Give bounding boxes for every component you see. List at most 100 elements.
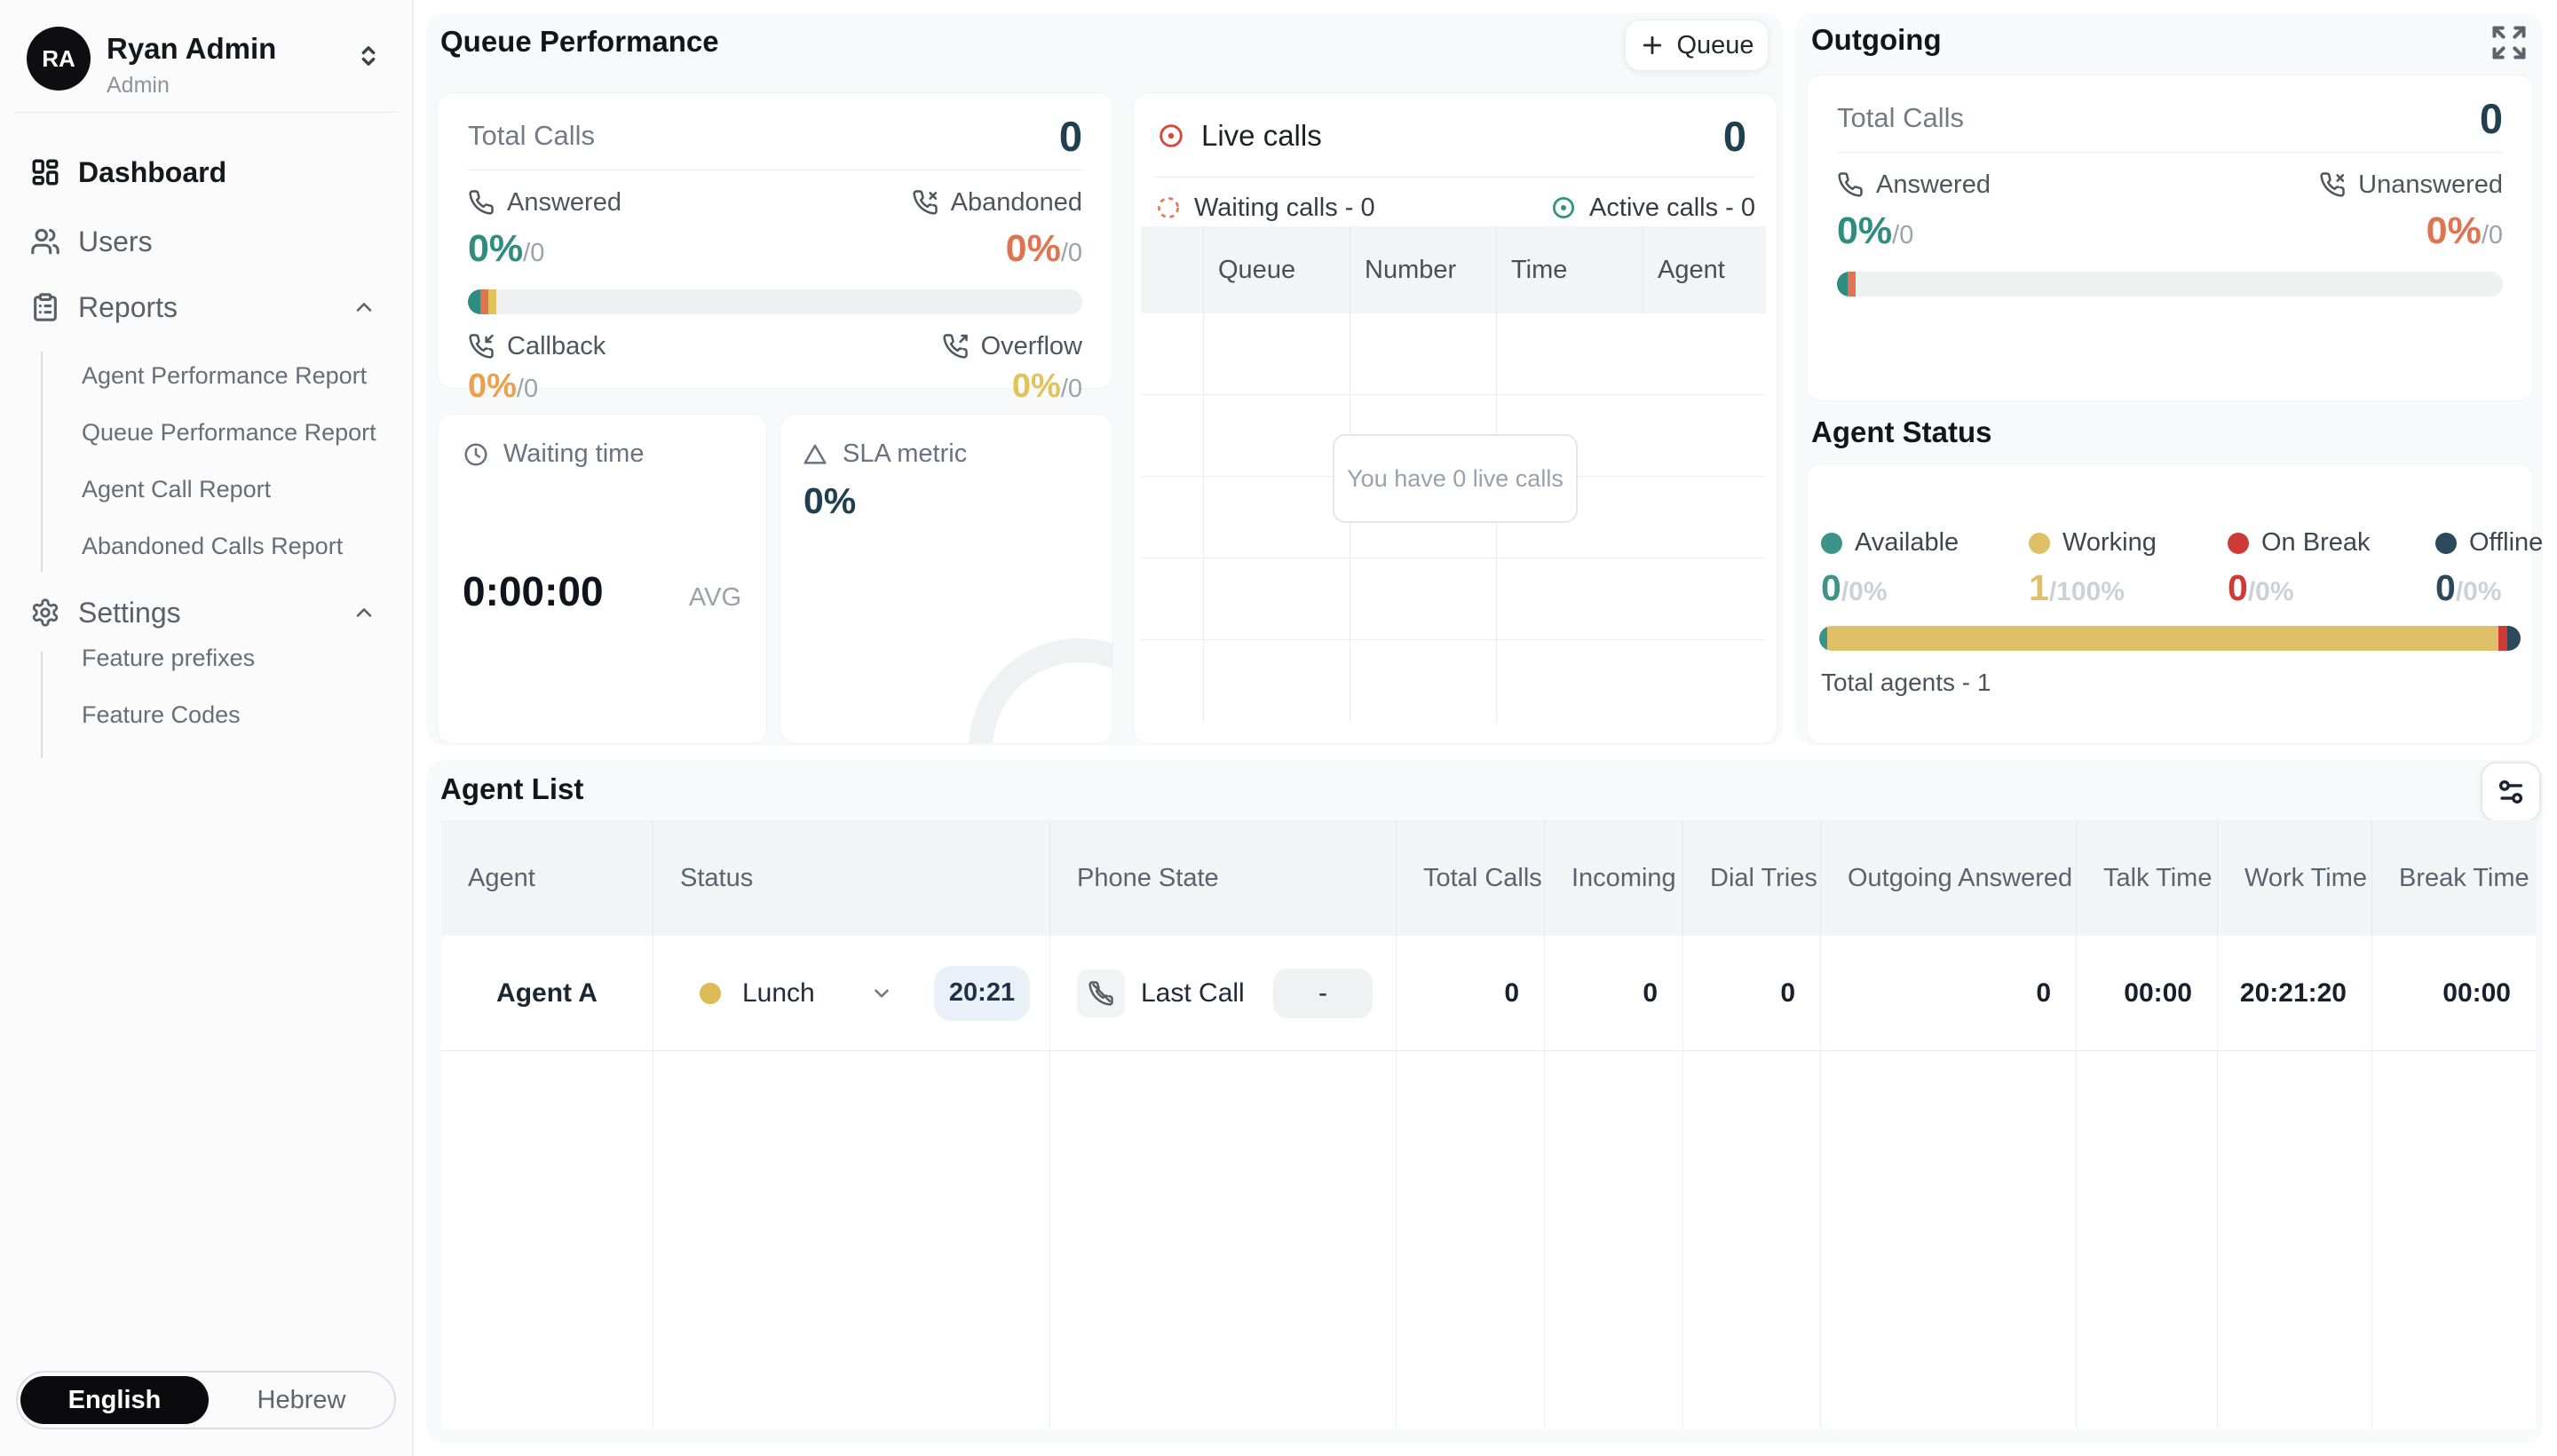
phone-x-icon bbox=[2319, 171, 2346, 198]
table-settings-button[interactable] bbox=[2481, 762, 2541, 822]
sidebar-item-agent-performance-report[interactable]: Agent Performance Report bbox=[82, 360, 367, 391]
sidebar-item-abandoned-calls-report[interactable]: Abandoned Calls Report bbox=[82, 531, 343, 561]
expand-icon[interactable] bbox=[2486, 20, 2532, 66]
dashboard-app: RA Ryan Admin Admin Dashboard Users Repo… bbox=[0, 0, 2557, 1456]
user-name: Ryan Admin bbox=[107, 32, 277, 65]
sidebar-item-feature-codes[interactable]: Feature Codes bbox=[82, 700, 241, 730]
agent-col-phone-state: Phone State bbox=[1049, 820, 1396, 936]
agent-col-agent: Agent bbox=[441, 820, 653, 936]
agent-col-break-time: Break Time bbox=[2371, 820, 2536, 936]
sidebar-item-queue-performance-report[interactable]: Queue Performance Report bbox=[82, 417, 376, 447]
user-switcher-icon[interactable] bbox=[353, 41, 384, 71]
divider bbox=[1837, 152, 2503, 153]
total-agents-label: Total agents - 1 bbox=[1821, 669, 1991, 696]
lunch-status-dot bbox=[700, 982, 721, 1004]
live-calls-col-time: Time bbox=[1496, 226, 1643, 313]
status-offline-label: Offline bbox=[2435, 528, 2543, 558]
incoming-cell: 0 bbox=[1544, 936, 1682, 1051]
agent-status-bar bbox=[1819, 626, 2521, 651]
sidebar-item-label: Dashboard bbox=[78, 155, 227, 188]
sidebar-item-users[interactable]: Users bbox=[0, 218, 410, 265]
divider bbox=[1155, 177, 1755, 178]
overflow-value: 0%/0 bbox=[1011, 368, 1082, 405]
agent-list-title: Agent List bbox=[440, 772, 584, 805]
agent-table-empty-row bbox=[441, 1051, 2536, 1175]
sidebar-item-settings[interactable]: Settings bbox=[0, 590, 410, 636]
live-calls-col-number: Number bbox=[1350, 226, 1496, 313]
status-working-value: 1/100% bbox=[2029, 567, 2125, 608]
status-working-label: Working bbox=[2029, 528, 2157, 558]
sidebar-item-label: Users bbox=[78, 225, 153, 257]
phone-icon bbox=[1837, 171, 1864, 198]
sidebar-item-reports[interactable]: Reports bbox=[0, 284, 410, 330]
live-calls-empty-row bbox=[1141, 313, 1766, 395]
agent-col-status: Status bbox=[653, 820, 1049, 936]
avatar[interactable]: RA bbox=[27, 27, 91, 91]
agent-col-total-calls: Total Calls bbox=[1396, 820, 1544, 936]
agent-table-empty-row bbox=[441, 1296, 2536, 1429]
status-on-break-label: On Break bbox=[2228, 528, 2371, 558]
sidebar-item-feature-prefixes[interactable]: Feature prefixes bbox=[82, 643, 255, 673]
live-calls-total: 0 bbox=[1722, 112, 1746, 160]
status-on-break-value: 0/0% bbox=[2228, 567, 2294, 608]
waiting-time-card: Waiting time 0:00:00 AVG bbox=[437, 414, 767, 744]
total-calls-value: 0 bbox=[1058, 112, 1082, 160]
on-break-dot bbox=[2228, 532, 2249, 554]
chevron-down-icon[interactable] bbox=[870, 982, 893, 1005]
status-timer-badge: 20:21 bbox=[934, 965, 1030, 1021]
sidebar-item-dashboard[interactable]: Dashboard bbox=[0, 149, 410, 195]
reports-icon bbox=[30, 292, 60, 322]
offline-dot bbox=[2435, 532, 2457, 554]
add-queue-label: Queue bbox=[1676, 30, 1754, 59]
total-calls-cell: 0 bbox=[1396, 936, 1544, 1051]
sidebar-item-agent-call-report[interactable]: Agent Call Report bbox=[82, 474, 271, 504]
agent-status-cell: Lunch 20:21 bbox=[653, 936, 1049, 1051]
agent-table-empty-row bbox=[441, 1174, 2536, 1297]
gear-icon bbox=[30, 597, 60, 628]
answered-metric-label: Answered bbox=[468, 188, 621, 218]
clock-icon bbox=[463, 441, 489, 468]
outgoing-answered-value: 0%/0 bbox=[1837, 210, 1914, 252]
agent-table-row: Agent A Lunch 20:21 Last Call - 0 0 0 0 … bbox=[441, 936, 2536, 1051]
abandoned-metric-label: Abandoned bbox=[912, 188, 1082, 218]
outgoing-total-calls-label: Total Calls bbox=[1837, 102, 1964, 133]
status-dropdown[interactable]: Lunch bbox=[742, 978, 815, 1009]
outgoing-answered-cell: 0 bbox=[1820, 936, 2076, 1051]
chevron-up-icon bbox=[352, 600, 376, 625]
add-queue-button[interactable]: Queue bbox=[1625, 20, 1769, 71]
status-offline-value: 0/0% bbox=[2435, 567, 2502, 608]
dashboard-icon bbox=[30, 157, 60, 187]
dial-tries-cell: 0 bbox=[1682, 936, 1820, 1051]
abandoned-value: 0%/0 bbox=[1005, 227, 1082, 270]
status-available-value: 0/0% bbox=[1821, 567, 1888, 608]
agent-phone-state-cell: Last Call - bbox=[1049, 936, 1396, 1051]
working-dot bbox=[2029, 532, 2050, 554]
users-icon bbox=[30, 226, 60, 257]
settings-subtree-line bbox=[41, 652, 43, 758]
agent-name-cell: Agent A bbox=[441, 936, 653, 1051]
callback-metric-label: Callback bbox=[468, 332, 606, 361]
callback-value: 0%/0 bbox=[468, 368, 539, 405]
break-time-cell: 00:00 bbox=[2371, 936, 2536, 1051]
agent-status-title: Agent Status bbox=[1811, 415, 1992, 448]
live-calls-empty-row bbox=[1141, 640, 1766, 722]
language-toggle: English Hebrew bbox=[16, 1371, 396, 1429]
language-english-button[interactable]: English bbox=[20, 1376, 209, 1424]
total-calls-label: Total Calls bbox=[468, 120, 595, 151]
agent-col-dial-tries: Dial Tries bbox=[1682, 820, 1820, 936]
plus-icon bbox=[1639, 32, 1666, 59]
sidebar-item-label: Settings bbox=[78, 596, 181, 629]
outgoing-answered-label: Answered bbox=[1837, 170, 1991, 200]
triangle-icon bbox=[802, 441, 828, 468]
waiting-time-value: 0:00:00 bbox=[463, 568, 604, 614]
outgoing-unanswered-value: 0%/0 bbox=[2426, 210, 2503, 252]
outgoing-title: Outgoing bbox=[1811, 23, 1942, 56]
sidebar: RA Ryan Admin Admin Dashboard Users Repo… bbox=[0, 0, 414, 1456]
user-role: Admin bbox=[107, 73, 170, 98]
sla-gauge-ring bbox=[969, 638, 1112, 743]
outgoing-unanswered-label: Unanswered bbox=[2319, 170, 2503, 200]
queue-performance-title: Queue Performance bbox=[440, 25, 719, 58]
status-available-label: Available bbox=[1821, 528, 1959, 558]
language-hebrew-button[interactable]: Hebrew bbox=[209, 1386, 394, 1415]
active-circle-icon bbox=[1550, 194, 1577, 221]
